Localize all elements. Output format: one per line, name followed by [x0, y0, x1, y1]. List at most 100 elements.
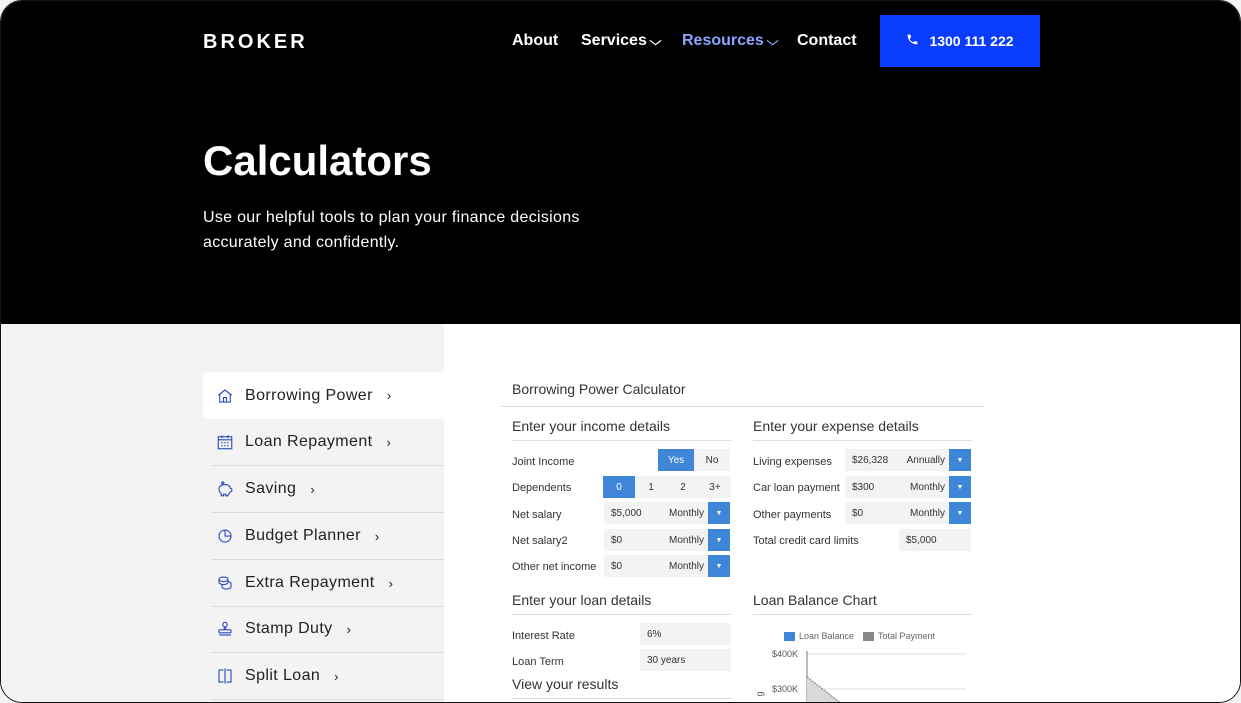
y-tick-label: $400K: [772, 649, 799, 659]
legend-swatch: [784, 631, 795, 641]
dropdown-arrow-icon[interactable]: ▼: [949, 502, 971, 524]
dependents-2[interactable]: 2: [667, 476, 699, 498]
nav-services-label: Services: [581, 32, 647, 49]
interest-rate-input[interactable]: 6%: [640, 623, 731, 645]
living-expenses-label: Living expenses: [753, 456, 832, 468]
chevron-right-icon: ›: [346, 621, 352, 637]
sidebar-item-stamp-duty[interactable]: Stamp Duty ›: [211, 606, 444, 653]
nav-about-label: About: [512, 32, 559, 49]
sidebar-item-label: Saving: [245, 480, 297, 497]
car-loan-input[interactable]: $300: [845, 476, 899, 498]
y-tick-label: $300K: [772, 684, 799, 694]
nav-services[interactable]: Services ⌵: [581, 32, 662, 50]
dependents-1[interactable]: 1: [635, 476, 667, 498]
divider: [512, 698, 731, 699]
chevron-right-icon: ›: [388, 575, 394, 591]
sidebar-item-label: Stamp Duty: [245, 620, 333, 637]
sidebar-item-label: Extra Repayment: [245, 574, 375, 591]
joint-income-no[interactable]: No: [694, 449, 730, 471]
chevron-down-icon: ⌵: [649, 33, 662, 48]
sidebar-item-borrowing-power[interactable]: Borrowing Power ›: [203, 372, 444, 419]
other-payments-frequency[interactable]: Monthly: [899, 502, 949, 524]
net-salary2-input[interactable]: $0: [604, 529, 659, 551]
net-salary2-frequency[interactable]: Monthly: [659, 529, 708, 551]
dependents-0[interactable]: 0: [603, 476, 635, 498]
sidebar-item-extra-repayment[interactable]: Extra Repayment ›: [211, 560, 444, 607]
expense-section-title: Enter your expense details: [753, 418, 919, 434]
chevron-right-icon: ›: [386, 388, 392, 403]
credit-limits-label: Total credit card limits: [753, 535, 859, 547]
credit-limits-input[interactable]: $5,000: [899, 529, 971, 551]
nav-contact-label: Contact: [797, 32, 857, 49]
dependents-3-plus[interactable]: 3+: [699, 476, 731, 498]
living-expenses-input[interactable]: $26,328: [845, 449, 899, 471]
phone-icon: [906, 33, 919, 49]
interest-rate-label: Interest Rate: [512, 630, 575, 642]
sidebar-item-label: Borrowing Power: [245, 386, 373, 404]
joint-income-label: Joint Income: [512, 456, 575, 468]
logo[interactable]: BROKER: [203, 31, 308, 54]
sidebar-item-label: Budget Planner: [245, 527, 361, 544]
chevron-right-icon: ›: [310, 481, 316, 497]
piggy-bank-icon: [215, 479, 235, 499]
results-title: View your results: [512, 676, 619, 692]
sidebar-item-label: Loan Repayment: [245, 433, 373, 450]
browser-frame: BROKER About Services ⌵ Resources ⌵ Cont…: [0, 0, 1241, 703]
net-salary-input[interactable]: $5,000: [604, 502, 659, 524]
legend-label: Total Payment: [878, 631, 936, 641]
hero-section: BROKER About Services ⌵ Resources ⌵ Cont…: [1, 1, 1240, 324]
chart-title: Loan Balance Chart: [753, 592, 877, 608]
nav-resources[interactable]: Resources ⌵: [682, 32, 779, 50]
chevron-down-icon: ⌵: [766, 33, 779, 48]
y-axis-label: g: [754, 691, 765, 697]
split-icon: [215, 666, 235, 686]
divider: [512, 614, 731, 615]
phone-button[interactable]: 1300 111 222: [880, 15, 1040, 67]
other-income-input[interactable]: $0: [604, 555, 659, 577]
nav-contact[interactable]: Contact: [797, 32, 857, 50]
dropdown-arrow-icon[interactable]: ▼: [949, 449, 971, 471]
page-title: Calculators: [203, 137, 432, 184]
other-income-label: Other net income: [512, 561, 597, 573]
divider: [501, 406, 984, 407]
legend-label: Loan Balance: [799, 631, 855, 641]
house-icon: [215, 386, 235, 406]
sidebar-item-loan-repayment[interactable]: Loan Repayment ›: [211, 419, 444, 466]
dropdown-arrow-icon[interactable]: ▼: [708, 529, 730, 551]
living-expenses-frequency[interactable]: Annually: [899, 449, 949, 471]
legend-loan-balance: Loan Balance: [784, 631, 854, 641]
dropdown-arrow-icon[interactable]: ▼: [708, 502, 730, 524]
dropdown-arrow-icon[interactable]: ▼: [708, 555, 730, 577]
dropdown-arrow-icon[interactable]: ▼: [949, 476, 971, 498]
coins-icon: [215, 573, 235, 593]
loan-term-input[interactable]: 30 years: [640, 649, 731, 671]
sidebar-item-split-loan[interactable]: Split Loan ›: [211, 653, 444, 700]
car-loan-frequency[interactable]: Monthly: [899, 476, 949, 498]
sidebar-item-budget-planner[interactable]: Budget Planner ›: [211, 513, 444, 560]
divider: [753, 440, 972, 441]
dependents-label: Dependents: [512, 482, 572, 494]
chevron-right-icon: ›: [386, 434, 392, 450]
car-loan-label: Car loan payment: [753, 482, 840, 494]
pie-chart-icon: [215, 526, 235, 546]
other-payments-input[interactable]: $0: [845, 502, 899, 524]
loan-term-label: Loan Term: [512, 656, 564, 668]
divider: [753, 614, 972, 615]
loan-section-title: Enter your loan details: [512, 592, 652, 608]
net-salary-label: Net salary: [512, 509, 562, 521]
net-salary-frequency[interactable]: Monthly: [659, 502, 708, 524]
calculator-title: Borrowing Power Calculator: [512, 381, 686, 397]
other-income-frequency[interactable]: Monthly: [659, 555, 708, 577]
joint-income-yes[interactable]: Yes: [658, 449, 694, 471]
net-salary2-label: Net salary2: [512, 535, 568, 547]
calendar-icon: [215, 432, 235, 452]
phone-number: 1300 111 222: [929, 33, 1014, 49]
income-section-title: Enter your income details: [512, 418, 670, 434]
nav-resources-label: Resources: [682, 32, 764, 49]
nav-about[interactable]: About: [512, 32, 558, 50]
sidebar-item-saving[interactable]: Saving ›: [211, 466, 444, 513]
stamp-icon: [215, 619, 235, 639]
sidebar-item-label: Split Loan: [245, 667, 321, 684]
loan-balance-chart: [806, 651, 966, 702]
legend-total-payment: Total Payment: [863, 631, 935, 641]
